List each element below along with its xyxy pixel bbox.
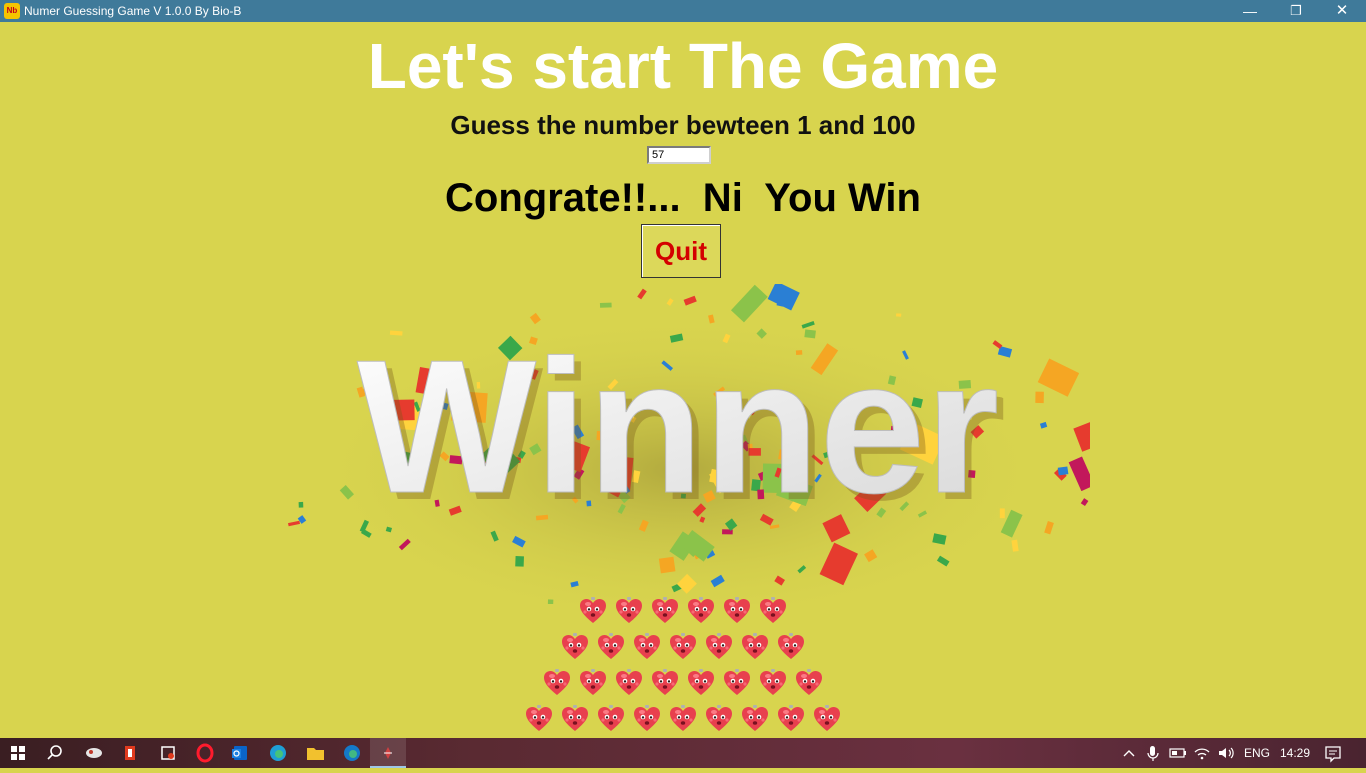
confetti-piece (1037, 358, 1080, 397)
office-icon[interactable] (112, 738, 148, 768)
heart-row (0, 668, 1366, 698)
volume-icon[interactable] (1214, 738, 1238, 768)
close-button[interactable]: ✕ (1319, 0, 1365, 22)
heart-emoji-icon (578, 668, 608, 698)
heart-emoji-icon (722, 596, 752, 626)
confetti-piece (1073, 416, 1090, 452)
confetti-piece (1011, 539, 1019, 552)
snip-icon[interactable] (150, 738, 186, 768)
heart-emoji-icon (668, 704, 698, 734)
wifi-icon[interactable] (1190, 738, 1214, 768)
winner-banner-image: Winner Winner (287, 284, 1090, 604)
heart-row (0, 704, 1366, 734)
opera-icon[interactable] (187, 738, 223, 768)
heart-emoji-icon (578, 596, 608, 626)
confetti-piece (599, 302, 612, 308)
game-area: Let's start The Game Guess the number be… (0, 22, 1366, 738)
app-icon[interactable] (76, 738, 112, 768)
start-icon[interactable] (0, 738, 36, 768)
heart-emoji-icon (812, 704, 842, 734)
heart-row (0, 596, 1366, 626)
heart-emoji-icon (794, 668, 824, 698)
heart-emoji-icon (596, 632, 626, 662)
confetti-piece (1044, 521, 1054, 535)
heart-emoji-icon (614, 596, 644, 626)
app-icon: Nb (4, 3, 20, 19)
heart-emoji-icon (650, 668, 680, 698)
confetti-piece (658, 556, 676, 574)
language-indicator[interactable]: ENG (1244, 746, 1270, 760)
confetti-piece (1068, 456, 1090, 492)
window-title: Numer Guessing Game V 1.0.0 By Bio-B (24, 4, 242, 18)
heart-emoji-icon (524, 704, 554, 734)
confetti-piece (1035, 391, 1044, 404)
heart-emoji-icon (776, 704, 806, 734)
heart-emoji-icon (596, 704, 626, 734)
heart-emoji-icon (758, 596, 788, 626)
heart-emoji-icon (614, 668, 644, 698)
heart-emoji-icon (722, 668, 752, 698)
outlook-icon[interactable] (222, 738, 258, 768)
heart-emoji-icon (632, 632, 662, 662)
quit-button[interactable]: Quit (641, 224, 721, 278)
clock[interactable]: 14:29 (1280, 746, 1310, 760)
heart-emoji-icon (776, 632, 806, 662)
page-title: Let's start The Game (367, 30, 999, 102)
notifications-icon[interactable] (1320, 738, 1346, 768)
heart-emoji-icon (704, 632, 734, 662)
result-message: Congrate!!... Ni You Win (445, 176, 921, 220)
heart-emoji-icon (560, 632, 590, 662)
heart-emoji-icon (740, 704, 770, 734)
heart-row (0, 632, 1366, 662)
title-bar: Nb Numer Guessing Game V 1.0.0 By Bio-B … (0, 0, 1366, 22)
search-icon[interactable] (37, 738, 73, 768)
instruction-label: Guess the number bewteen 1 and 100 (450, 110, 916, 140)
microphone-icon[interactable] (1142, 738, 1164, 768)
edge-icon[interactable] (260, 738, 296, 768)
heart-emoji-icon (632, 704, 662, 734)
confetti-piece (1080, 498, 1089, 507)
heart-emoji-icon (686, 596, 716, 626)
heart-emoji-icon (542, 668, 572, 698)
confetti-piece (895, 313, 902, 317)
file-explorer-icon[interactable] (297, 738, 333, 768)
confetti-piece (287, 520, 301, 527)
heart-emoji-icon (686, 668, 716, 698)
heart-emoji-icon (704, 704, 734, 734)
heart-emoji-icon (650, 596, 680, 626)
heart-emoji-icon (668, 632, 698, 662)
confetti-piece (1057, 466, 1069, 476)
battery-icon[interactable] (1166, 738, 1190, 768)
confetti-piece (298, 501, 304, 508)
chevron-up-icon[interactable] (1116, 738, 1142, 768)
minimize-button[interactable]: — (1227, 0, 1273, 22)
confetti-piece (515, 556, 524, 567)
maximize-button[interactable]: ❐ (1273, 0, 1319, 22)
taskbar: ENG 14:29 (0, 738, 1366, 768)
guess-input[interactable] (647, 146, 711, 164)
banner-text: Winner (357, 321, 999, 533)
edge-dev-icon[interactable] (334, 738, 370, 768)
python-app-icon[interactable] (370, 738, 406, 768)
heart-emoji-icon (740, 632, 770, 662)
heart-emoji-icon (560, 704, 590, 734)
heart-emoji-icon (758, 668, 788, 698)
